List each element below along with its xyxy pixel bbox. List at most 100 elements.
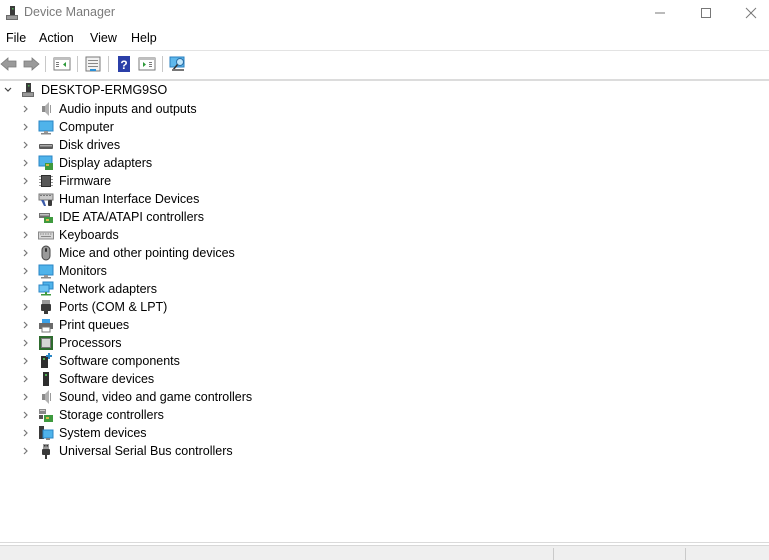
close-icon bbox=[745, 7, 757, 19]
keyboard-icon bbox=[38, 231, 54, 240]
system-devices-icon bbox=[39, 426, 54, 440]
tree-category-label: Mice and other pointing devices bbox=[59, 246, 235, 260]
computer-tower-icon bbox=[22, 83, 34, 97]
tree-category-label: Computer bbox=[59, 120, 114, 134]
toolbar-separator bbox=[162, 56, 163, 72]
tree-category-item[interactable]: Display adapters bbox=[20, 154, 152, 172]
tree-category-item[interactable]: Network adapters bbox=[20, 280, 157, 298]
chevron-right-icon[interactable] bbox=[20, 262, 32, 280]
tree-category-item[interactable]: Computer bbox=[20, 118, 114, 136]
display-adapter-icon bbox=[38, 155, 53, 170]
processor-icon bbox=[39, 336, 53, 350]
chevron-right-icon[interactable] bbox=[20, 334, 32, 352]
chevron-right-icon[interactable] bbox=[20, 316, 32, 334]
tree-category-item[interactable]: Sound, video and game controllers bbox=[20, 388, 252, 406]
chevron-right-icon[interactable] bbox=[20, 118, 32, 136]
content-bottom-border bbox=[0, 542, 769, 543]
chevron-right-icon[interactable] bbox=[20, 298, 32, 316]
ide-controller-icon bbox=[39, 213, 53, 223]
chevron-right-icon[interactable] bbox=[20, 388, 32, 406]
tree-category-item[interactable]: Mice and other pointing devices bbox=[20, 244, 235, 262]
tree-category-label: Sound, video and game controllers bbox=[59, 390, 253, 404]
chevron-down-icon[interactable] bbox=[2, 81, 14, 99]
window-title: Device Manager bbox=[24, 5, 116, 19]
tree-category-item[interactable]: Software components bbox=[20, 352, 180, 370]
menu-bar: File Action View Help bbox=[0, 28, 769, 50]
chevron-right-icon[interactable] bbox=[20, 190, 32, 208]
title-bar: Device Manager bbox=[0, 0, 769, 26]
tree-root[interactable]: DESKTOP-ERMG9SO bbox=[2, 81, 167, 99]
tree-category-item[interactable]: Monitors bbox=[20, 262, 107, 280]
chevron-right-icon[interactable] bbox=[20, 172, 32, 190]
tree-category-label: Keyboards bbox=[59, 228, 119, 242]
device-tree: DESKTOP-ERMG9SO Audio inputs and outputs… bbox=[0, 81, 769, 541]
chevron-right-icon[interactable] bbox=[20, 280, 32, 298]
tree-category-label: Audio inputs and outputs bbox=[59, 102, 197, 116]
toolbar: ? bbox=[0, 51, 769, 77]
close-button[interactable] bbox=[728, 0, 769, 26]
printer-icon bbox=[39, 319, 53, 333]
menu-action[interactable]: Action bbox=[39, 31, 74, 45]
tree-category-item[interactable]: IDE ATA/ATAPI controllers bbox=[20, 208, 204, 226]
console-tree-icon[interactable] bbox=[53, 55, 71, 73]
software-device-icon bbox=[43, 372, 49, 386]
menu-file[interactable]: File bbox=[6, 31, 26, 45]
tree-category-item[interactable]: Keyboards bbox=[20, 226, 119, 244]
chevron-right-icon[interactable] bbox=[20, 406, 32, 424]
tree-category-label: Ports (COM & LPT) bbox=[59, 300, 168, 314]
minimize-button[interactable] bbox=[637, 0, 683, 26]
tree-category-item[interactable]: Firmware bbox=[20, 172, 111, 190]
chevron-right-icon[interactable] bbox=[20, 136, 32, 154]
tree-category-label: Storage controllers bbox=[59, 408, 164, 422]
chevron-right-icon[interactable] bbox=[20, 352, 32, 370]
speaker-icon bbox=[42, 390, 51, 404]
network-adapter-icon bbox=[38, 281, 54, 296]
speaker-icon bbox=[42, 102, 51, 116]
tree-category-label: Universal Serial Bus controllers bbox=[59, 444, 233, 458]
tree-category-label: Software components bbox=[59, 354, 180, 368]
chevron-right-icon[interactable] bbox=[20, 226, 32, 244]
tree-category-label: Human Interface Devices bbox=[59, 192, 200, 206]
tree-category-item[interactable]: Human Interface Devices bbox=[20, 190, 199, 208]
chevron-right-icon[interactable] bbox=[20, 244, 32, 262]
tree-category-label: System devices bbox=[59, 426, 147, 440]
hid-icon bbox=[38, 193, 54, 206]
scan-hardware-icon[interactable] bbox=[169, 55, 187, 73]
forward-arrow-icon[interactable] bbox=[22, 55, 40, 73]
svg-text:?: ? bbox=[120, 58, 127, 72]
tree-category-item[interactable]: Disk drives bbox=[20, 136, 120, 154]
software-component-icon bbox=[41, 353, 52, 368]
tree-category-label: Monitors bbox=[59, 264, 107, 278]
monitor-icon bbox=[38, 120, 54, 135]
minimize-icon bbox=[655, 12, 665, 14]
status-pane-divider bbox=[553, 548, 554, 560]
chevron-right-icon[interactable] bbox=[20, 442, 32, 460]
tree-category-item[interactable]: Universal Serial Bus controllers bbox=[20, 442, 233, 460]
tree-category-item[interactable]: Software devices bbox=[20, 370, 154, 388]
back-arrow-icon[interactable] bbox=[0, 55, 18, 73]
menu-help[interactable]: Help bbox=[131, 31, 157, 45]
action-pane-icon[interactable] bbox=[138, 55, 156, 73]
chevron-right-icon[interactable] bbox=[20, 154, 32, 172]
tree-category-label: Disk drives bbox=[59, 138, 121, 152]
maximize-icon bbox=[701, 8, 711, 18]
chevron-right-icon[interactable] bbox=[20, 424, 32, 442]
chevron-right-icon[interactable] bbox=[20, 370, 32, 388]
tree-category-item[interactable]: Processors bbox=[20, 334, 122, 352]
properties-icon[interactable] bbox=[84, 55, 102, 73]
chevron-right-icon[interactable] bbox=[20, 208, 32, 226]
tree-category-item[interactable]: Ports (COM & LPT) bbox=[20, 298, 167, 316]
tree-category-item[interactable]: Print queues bbox=[20, 316, 129, 334]
menu-view[interactable]: View bbox=[90, 31, 117, 45]
help-icon[interactable]: ? bbox=[115, 55, 133, 73]
tree-category-item[interactable]: Storage controllers bbox=[20, 406, 164, 424]
device-manager-icon bbox=[6, 6, 18, 20]
tree-category-item[interactable]: System devices bbox=[20, 424, 147, 442]
tree-category-label: Firmware bbox=[59, 174, 112, 188]
tree-category-label: Processors bbox=[59, 336, 122, 350]
port-icon bbox=[41, 300, 51, 314]
tree-category-item[interactable]: Audio inputs and outputs bbox=[20, 100, 197, 118]
maximize-button[interactable] bbox=[683, 0, 729, 26]
toolbar-separator bbox=[108, 56, 109, 72]
chevron-right-icon[interactable] bbox=[20, 100, 32, 118]
